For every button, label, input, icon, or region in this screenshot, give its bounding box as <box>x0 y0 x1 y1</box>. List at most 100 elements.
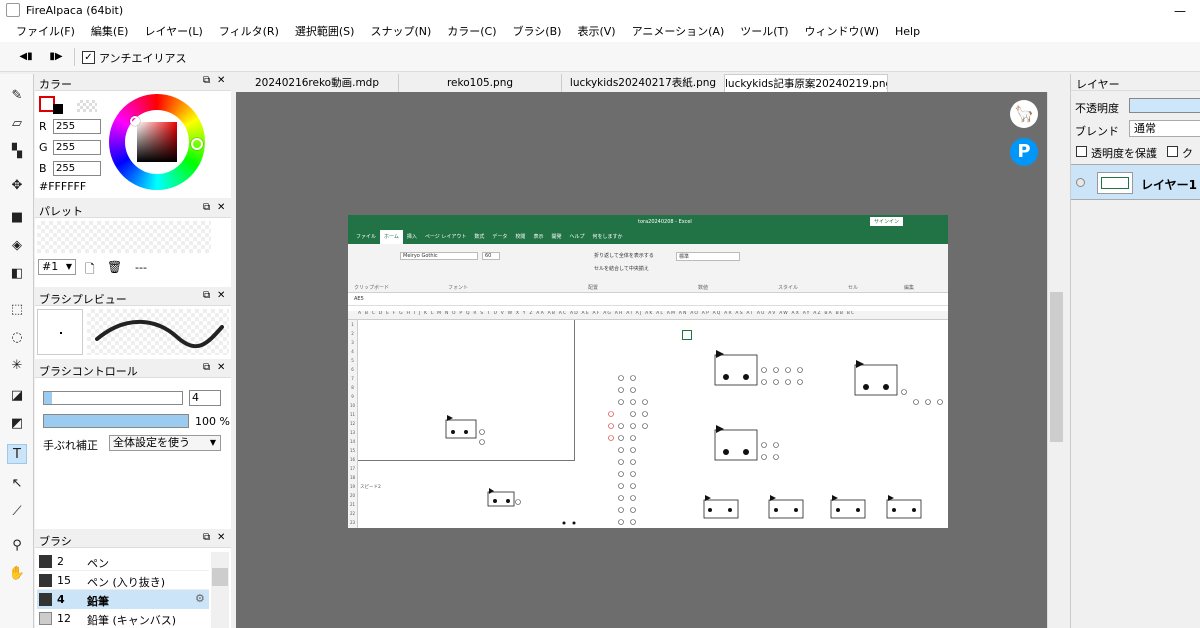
excel-row-number: 23 <box>349 520 356 525</box>
visibility-icon[interactable] <box>1076 178 1085 187</box>
chevron-down-icon: ▼ <box>65 262 72 271</box>
menu-color[interactable]: カラー(C) <box>441 22 502 42</box>
fill-rect-tool-icon[interactable]: ■ <box>7 208 27 228</box>
undock-icon[interactable]: ⧉ <box>203 532 210 543</box>
brush-list-item[interactable]: 15 ペン (入り抜き) <box>37 571 209 590</box>
document-canvas[interactable]: tora20240208 - Excel サインイン ファイル ホーム 挿入 ペ… <box>348 215 948 528</box>
brush-size-input[interactable]: 4 <box>189 390 221 406</box>
doc-tab[interactable]: reko105.png <box>399 74 562 92</box>
brush-size: 12 <box>57 612 71 625</box>
menu-selection[interactable]: 選択範囲(S) <box>289 22 361 42</box>
prev-frame-icon[interactable]: ◀▮ <box>16 47 36 67</box>
protect-alpha-checkbox[interactable] <box>1076 146 1087 157</box>
hand-tool-icon[interactable]: ✋ <box>7 564 27 584</box>
undock-icon[interactable]: ⧉ <box>203 362 210 373</box>
doc-tab[interactable]: 20240216reko動画.mdp <box>236 74 399 92</box>
brush-control-header: ブラシコントロール ⧉ ✕ <box>35 361 231 378</box>
saturation-value-square[interactable] <box>137 122 177 162</box>
next-frame-icon[interactable]: ▮▶ <box>46 47 66 67</box>
menu-snap[interactable]: スナップ(N) <box>364 22 437 42</box>
layer-row-selected[interactable]: レイヤー1 <box>1071 164 1200 200</box>
doc-tab[interactable]: luckykids20240217表紙.png <box>562 74 725 92</box>
brush-control-panel: ブラシコントロール ⧉ ✕ 4 100 % 手ぶれ補正 全体設定を使う ▼ <box>35 361 231 529</box>
pen-tool-icon[interactable]: ✎ <box>7 86 27 106</box>
move-tool-icon[interactable]: ✥ <box>7 176 27 196</box>
gradient-tool-icon[interactable]: ◧ <box>7 264 27 284</box>
hue-picker-handle[interactable] <box>191 138 203 150</box>
antialias-checkbox[interactable]: ✓ <box>82 51 95 64</box>
eraser-tool-icon[interactable]: ▱ <box>7 114 27 134</box>
pixiv-icon[interactable]: P <box>1010 138 1038 166</box>
excel-tab: 開発 <box>551 234 562 240</box>
menu-tool[interactable]: ツール(T) <box>734 22 794 42</box>
menu-view[interactable]: 表示(V) <box>571 22 621 42</box>
brush-list-item[interactable]: 2 ペン <box>37 552 209 571</box>
palette-swatches[interactable] <box>37 221 211 253</box>
alpaca-mascot-icon[interactable]: 🦙 <box>1010 100 1038 128</box>
layer-opacity-slider[interactable] <box>1129 98 1200 113</box>
menu-window[interactable]: ウィンドウ(W) <box>799 22 885 42</box>
trash-icon[interactable]: 🗑 <box>107 260 122 274</box>
close-icon[interactable]: ✕ <box>217 202 225 213</box>
menu-file[interactable]: ファイル(F) <box>10 22 81 42</box>
gear-icon[interactable]: ⚙ <box>195 592 205 605</box>
close-icon[interactable]: ✕ <box>217 362 225 373</box>
doc-tab-active[interactable]: luckykids記事原案20240219.png <box>725 74 888 92</box>
select-pen-tool-icon[interactable]: ◪ <box>7 386 27 406</box>
transparent-color-swatch[interactable] <box>77 100 97 112</box>
layer-panel-title: レイヤー <box>1076 78 1120 91</box>
close-icon[interactable]: ✕ <box>217 532 225 543</box>
toolbar: ◀▮ ▮▶ ✓ アンチエイリアス <box>0 42 1200 72</box>
clipping-checkbox[interactable] <box>1167 146 1178 157</box>
dot-tool-icon[interactable]: ▚ <box>7 142 27 162</box>
menu-edit[interactable]: 編集(E) <box>85 22 135 42</box>
brush-preview-title: ブラシプレビュー <box>39 293 127 306</box>
brush-list-item-selected[interactable]: 4 鉛筆 ⚙ <box>37 590 209 609</box>
excel-formula-bar: AE5 <box>348 293 948 306</box>
undock-icon[interactable]: ⧉ <box>203 75 210 86</box>
close-icon[interactable]: ✕ <box>217 290 225 301</box>
stabilizer-select[interactable]: 全体設定を使う ▼ <box>109 435 221 451</box>
bucket-tool-icon[interactable]: ◈ <box>7 236 27 256</box>
excel-wrap-text: 折り返して全体を表示する <box>594 253 654 259</box>
excel-tab: データ <box>492 234 508 240</box>
layer-name: レイヤー1 <box>1141 178 1197 192</box>
blend-select[interactable]: 通常 <box>1129 120 1200 137</box>
undock-icon[interactable]: ⧉ <box>203 202 210 213</box>
select-tool-icon[interactable]: ⬚ <box>7 300 27 320</box>
minimize-button[interactable]: — <box>1165 2 1195 20</box>
canvas-vertical-scrollbar[interactable] <box>1047 92 1065 628</box>
magic-wand-tool-icon[interactable]: ✳ <box>7 356 27 376</box>
b-input[interactable]: 255 <box>53 161 101 176</box>
divide-tool-icon[interactable]: ⟋ <box>7 502 27 522</box>
toolbar-divider <box>74 48 75 66</box>
eyedropper-tool-icon[interactable]: ⚲ <box>7 536 27 556</box>
brush-list-item[interactable]: 12 鉛筆 (キャンバス) <box>37 609 209 628</box>
operation-tool-icon[interactable]: ↖ <box>7 474 27 494</box>
brush-size-slider[interactable] <box>43 391 183 405</box>
sv-picker-handle[interactable] <box>130 116 140 126</box>
brush-panel-header: ブラシ ⧉ ✕ <box>35 531 231 548</box>
close-icon[interactable]: ✕ <box>217 75 225 86</box>
palette-select[interactable]: #1 ▼ <box>38 259 76 275</box>
excel-row-number: 9 <box>351 394 354 399</box>
new-page-icon[interactable]: 🗋 <box>85 260 95 281</box>
brush-panel-title: ブラシ <box>39 535 72 548</box>
menu-help[interactable]: Help <box>889 22 926 42</box>
select-eraser-tool-icon[interactable]: ◩ <box>7 414 27 434</box>
brush-opacity-slider[interactable] <box>43 414 189 428</box>
r-input[interactable]: 255 <box>53 119 101 134</box>
undock-icon[interactable]: ⧉ <box>203 290 210 301</box>
menu-brush[interactable]: ブラシ(B) <box>507 22 568 42</box>
background-color-swatch[interactable] <box>53 104 63 114</box>
excel-row-number: 13 <box>349 430 356 435</box>
brush-panel: ブラシ ⧉ ✕ 2 ペン 15 ペン (入り抜き) 4 鉛筆 ⚙ 12 鉛筆 (… <box>35 531 231 628</box>
g-input[interactable]: 255 <box>53 140 101 155</box>
lasso-tool-icon[interactable]: ◌ <box>7 328 27 348</box>
text-tool-icon[interactable]: T <box>7 444 27 464</box>
menu-filter[interactable]: フィルタ(R) <box>213 22 285 42</box>
menu-animation[interactable]: アニメーション(A) <box>626 22 731 42</box>
excel-merge-center: セルを結合して中央揃え <box>594 266 649 272</box>
brush-list-scrollbar[interactable] <box>211 552 229 628</box>
menu-layer[interactable]: レイヤー(L) <box>138 22 208 42</box>
